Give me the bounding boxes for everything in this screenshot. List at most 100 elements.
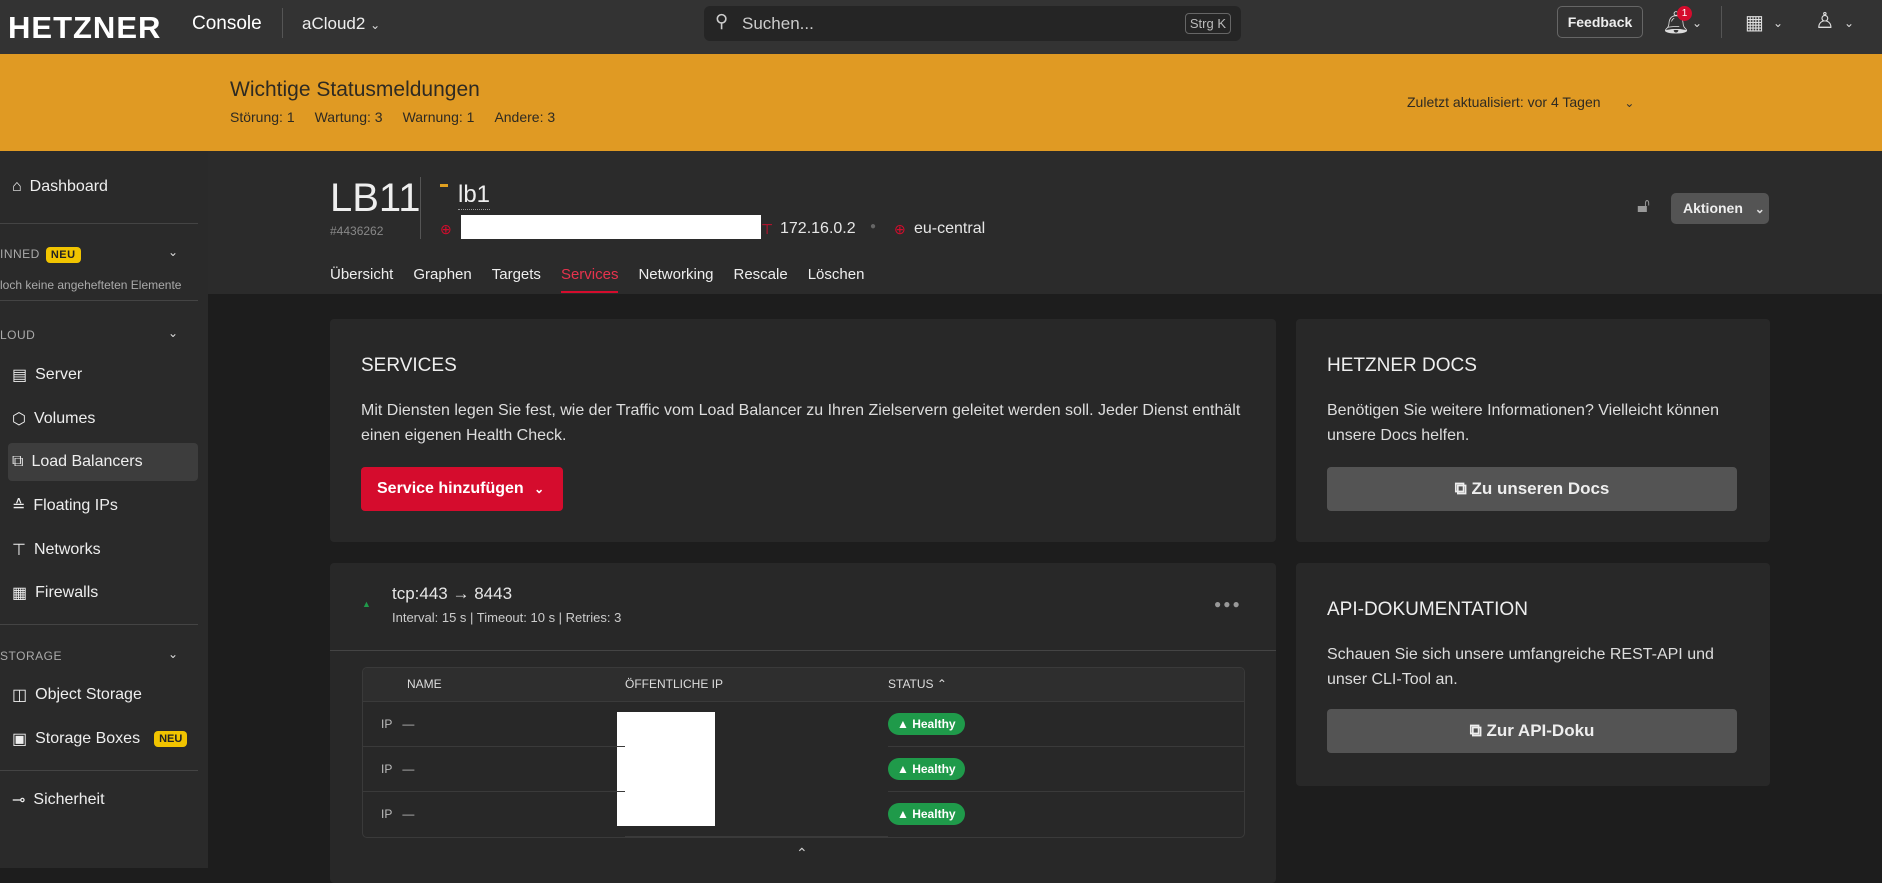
label: Firewalls xyxy=(35,584,99,601)
section-cloud[interactable]: LOUD ⌄ xyxy=(0,326,185,342)
label: Dashboard xyxy=(29,178,108,195)
card-text: Benötigen Sie weitere Informationen? Vie… xyxy=(1327,402,1719,444)
label: Networks xyxy=(33,541,101,558)
docs-button[interactable]: ⧉ Zu unseren Docs xyxy=(1327,467,1737,511)
redacted-public-ip xyxy=(461,215,761,239)
sidebar: ⌂ Dashboard INNED NEU ⌄ loch keine angeheft… xyxy=(0,151,208,868)
chevron-down-icon: ⌄ xyxy=(168,326,179,340)
chevron-down-icon[interactable]: ⌄ xyxy=(1773,16,1783,30)
label: Volumes xyxy=(33,410,96,427)
service-details: Interval: 15 s | Timeout: 10 s | Retries… xyxy=(392,610,622,625)
label: Object Storage xyxy=(35,686,142,703)
new-badge: NEU xyxy=(45,247,81,263)
banner-stats: Störung: 1 Wartung: 3 Warnung: 1 Andere:… xyxy=(230,109,555,125)
target-type: IP xyxy=(381,806,393,821)
box-icon: ▣ xyxy=(12,731,28,748)
chevron-down-icon[interactable]: ⌄ xyxy=(1692,16,1702,30)
tab-rescale[interactable]: Rescale xyxy=(734,266,788,293)
sidebar-item-floating-ips[interactable]: ≙ Floating IPs xyxy=(8,487,198,525)
network-icon: ⊤ xyxy=(12,542,26,559)
collapse-chevron-up-icon[interactable]: ⌃ xyxy=(796,845,808,862)
section-storage[interactable]: STORAGE ⌄ xyxy=(0,647,185,663)
search-icon: ⚲ xyxy=(715,11,729,31)
banner-updated[interactable]: Zuletzt aktualisiert: vor 4 Tagen ⌄ xyxy=(1407,94,1634,110)
chevron-down-icon[interactable]: ⌄ xyxy=(1844,16,1854,30)
separator-dot: ● xyxy=(870,221,877,232)
floating-ip-icon: ≙ xyxy=(12,498,26,515)
shortcut-hint: Strg K xyxy=(1184,13,1231,34)
search-placeholder: Suchen... xyxy=(742,14,814,33)
service-name: tcp:443 → 8443 xyxy=(392,584,513,603)
globe-icon: ⊕ xyxy=(440,221,452,237)
tab-services[interactable]: Services xyxy=(560,266,619,293)
new-badge: NEU xyxy=(154,731,188,747)
tab-bar: Übersicht Graphen Targets Services Netwo… xyxy=(330,266,864,293)
label: Aktionen xyxy=(1683,200,1743,216)
sidebar-item-firewalls[interactable]: ▦ Firewalls xyxy=(8,574,198,612)
tab-delete[interactable]: Löschen xyxy=(808,266,865,293)
divider xyxy=(420,177,421,239)
collapse-triangle-icon[interactable]: ▲ xyxy=(362,599,371,609)
add-service-button[interactable]: Service hinzufügen ⌄ xyxy=(361,467,563,511)
location-icon: ⊕ xyxy=(894,221,906,237)
sidebar-item-security[interactable]: ⊸ Sicherheit xyxy=(8,781,198,819)
divider xyxy=(282,8,283,38)
lock-icon[interactable]: 🔓︎ xyxy=(1637,195,1650,218)
home-icon: ⌂ xyxy=(12,178,22,195)
actions-button[interactable]: Aktionen ⌄ xyxy=(1671,193,1769,224)
redacted-ip xyxy=(617,711,715,826)
sidebar-item-volumes[interactable]: ⬡ Volumes xyxy=(8,400,198,438)
server-icon: ▤ xyxy=(12,367,28,384)
divider xyxy=(0,624,198,625)
pinned-empty: loch keine angehefteten Elemente xyxy=(0,278,182,292)
col-name[interactable]: NAME xyxy=(363,668,625,702)
cube-icon: ⬡ xyxy=(12,411,26,428)
label: Zur API-Doku xyxy=(1486,721,1595,740)
tab-graphs[interactable]: Graphen xyxy=(413,266,471,293)
feedback-button[interactable]: Feedback xyxy=(1557,6,1643,38)
private-ip: 172.16.0.2 xyxy=(780,220,856,237)
stat-disruption: Störung: 1 xyxy=(230,109,295,125)
sidebar-item-load-balancers[interactable]: ⧉ Load Balancers xyxy=(8,443,198,481)
lb-type: LB11 xyxy=(330,176,421,220)
target-name: — xyxy=(402,806,415,821)
tab-targets[interactable]: Targets xyxy=(492,266,541,293)
docs-card: HETZNER DOCS Benötigen Sie weitere Infor… xyxy=(1296,319,1770,542)
sidebar-item-networks[interactable]: ⊤ Networks xyxy=(8,531,198,569)
target-type: IP xyxy=(381,716,393,731)
sidebar-item-storage-boxes[interactable]: ▣ Storage Boxes NEU xyxy=(8,720,198,758)
tab-overview[interactable]: Übersicht xyxy=(330,266,393,293)
search-input[interactable]: ⚲ Suchen... Strg K xyxy=(704,6,1241,41)
project-selector[interactable]: aCloud2 ⌄ xyxy=(302,14,380,34)
sidebar-item-dashboard[interactable]: ⌂ Dashboard xyxy=(8,168,198,206)
firewall-icon: ▦ xyxy=(12,585,28,602)
load-balancer-icon: ⧉ xyxy=(12,453,24,470)
stat-other: Andere: 3 xyxy=(494,109,556,125)
sidebar-item-object-storage[interactable]: ◫ Object Storage xyxy=(8,676,198,714)
card-title: HETZNER DOCS xyxy=(1327,355,1477,376)
label: Server xyxy=(35,366,83,383)
tab-networking[interactable]: Networking xyxy=(638,266,713,293)
api-doc-button[interactable]: ⧉ Zur API-Doku xyxy=(1327,709,1737,753)
card-title: SERVICES xyxy=(361,355,457,376)
col-public-ip[interactable]: ÖFFENTLICHE IP xyxy=(625,668,888,702)
table-row[interactable]: IP — ▲ Healthy xyxy=(363,701,1244,837)
chevron-down-icon: ⌄ xyxy=(168,647,179,661)
status-badge: ▲ Healthy xyxy=(888,802,965,825)
notification-badge: 1 xyxy=(1677,6,1692,21)
sidebar-item-server[interactable]: ▤ Server xyxy=(8,356,198,394)
key-icon: ⊸ xyxy=(12,792,26,809)
label: STATUS xyxy=(888,677,934,692)
col-status[interactable]: STATUS ⌃ xyxy=(888,668,1244,702)
services-card: SERVICES Mit Diensten legen Sie fest, wi… xyxy=(330,319,1276,542)
lb-name[interactable]: lb1 xyxy=(458,181,491,210)
label: INNED xyxy=(0,247,40,261)
chevron-down-icon: ⌄ xyxy=(1624,96,1635,110)
section-pinned[interactable]: INNED NEU ⌄ xyxy=(0,245,178,263)
hetzner-logo[interactable]: HETZNER xyxy=(8,10,161,46)
apps-grid-icon[interactable]: ▦ xyxy=(1745,10,1764,35)
chevron-down-icon: ⌄ xyxy=(370,18,381,32)
more-options-icon[interactable]: ●●● xyxy=(1214,597,1242,611)
card-text: Mit Diensten legen Sie fest, wie der Tra… xyxy=(361,402,1241,444)
user-icon[interactable]: ♙ xyxy=(1815,8,1835,34)
